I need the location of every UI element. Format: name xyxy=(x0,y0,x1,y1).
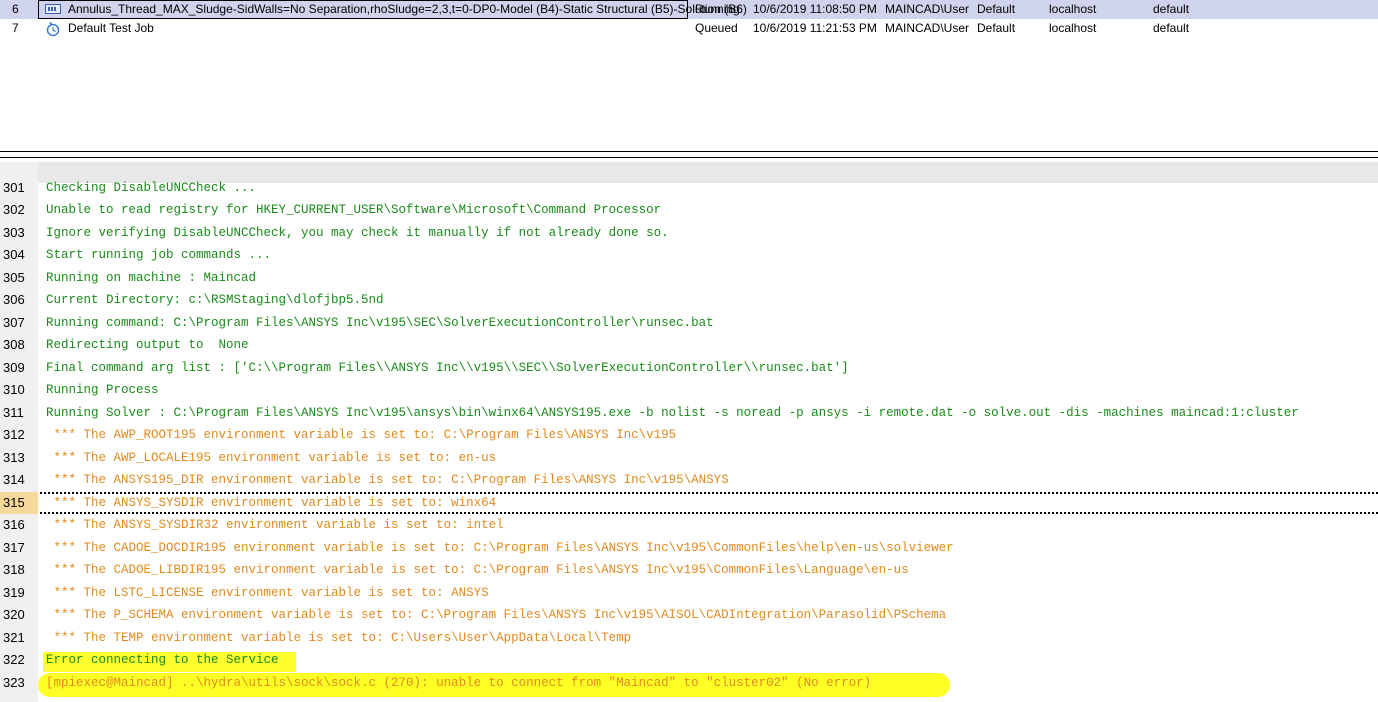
job-pool: default xyxy=(1153,2,1190,16)
log-text: Current Directory: c:\RSMStaging\dlofjbp… xyxy=(46,293,384,307)
log-text: [mpiexec@Maincad] ..\hydra\utils\sock\so… xyxy=(46,675,872,690)
job-pool: default xyxy=(1153,21,1190,35)
log-line[interactable]: 316 *** The ANSYS_SYSDIR32 environment v… xyxy=(0,514,1378,537)
log-line[interactable]: 307 Running command: C:\Program Files\ANS… xyxy=(0,312,1378,335)
line-number: 313 xyxy=(3,449,25,465)
job-owner: MAINCAD\User xyxy=(885,21,970,35)
log-line[interactable]: 318 *** The CADOE_LIBDIR195 environment … xyxy=(0,559,1378,582)
log-text: *** The AWP_ROOT195 environment variable… xyxy=(46,428,677,442)
log-text: *** The ANSYS195_DIR environment variabl… xyxy=(46,473,729,487)
job-status: Running xyxy=(695,2,740,16)
log-text: Start running job commands ... xyxy=(46,248,272,262)
log-view[interactable]: 301 Checking DisableUNCCheck ... 302 Unable… xyxy=(0,162,1378,702)
log-text: Ignore verifying DisableUNCCheck, you ma… xyxy=(46,225,669,240)
job-row-6[interactable]: 6 Annulus_Thread_MAX_Sludge-SidWalls=No … xyxy=(0,0,1378,19)
log-line[interactable]: 321 *** The TEMP environment variable is… xyxy=(0,627,1378,650)
log-line[interactable]: 304 Start running job commands ... xyxy=(0,244,1378,267)
log-line[interactable]: 311 Running Solver : C:\Program Files\ANS… xyxy=(0,402,1378,425)
job-host: localhost xyxy=(1049,21,1097,35)
log-line[interactable]: 317 *** The CADOE_DOCDIR195 environment … xyxy=(0,537,1378,560)
log-text: Running Process xyxy=(46,383,159,397)
running-job-icon xyxy=(45,2,61,16)
job-name: Annulus_Thread_MAX_Sludge-SidWalls=No Se… xyxy=(68,2,747,16)
log-text: Final command arg list : ['C:\\Program F… xyxy=(46,360,849,375)
log-text: Running Solver : C:\Program Files\ANSYS … xyxy=(46,405,1299,420)
job-row-7[interactable]: 7 Default Test Job Queued 10/6/2019 11:2… xyxy=(0,19,1378,38)
line-number: 318 xyxy=(3,562,25,577)
log-line[interactable]: 306 Current Directory: c:\RSMStaging\dlof… xyxy=(0,289,1378,312)
log-text: *** The AWP_LOCALE195 environment variab… xyxy=(46,450,497,465)
log-line[interactable]: 301 Checking DisableUNCCheck ... xyxy=(0,177,1378,200)
job-owner: MAINCAD\User xyxy=(885,2,970,16)
line-number: 306 xyxy=(3,292,25,307)
line-number: 317 xyxy=(3,539,25,555)
log-text: *** The ANSYS_SYSDIR32 environment varia… xyxy=(46,518,504,532)
log-line[interactable]: 308 Redirecting output to None xyxy=(0,334,1378,357)
line-number: 315 xyxy=(0,491,38,514)
job-list: 6 Annulus_Thread_MAX_Sludge-SidWalls=No … xyxy=(0,0,1378,150)
log-text: Checking DisableUNCCheck ... xyxy=(46,180,257,195)
queued-job-icon xyxy=(45,21,61,37)
line-number: 307 xyxy=(3,314,25,330)
log-text: *** The ANSYS_SYSDIR environment variabl… xyxy=(46,495,497,510)
line-number: 305 xyxy=(3,269,25,285)
line-number: 308 xyxy=(3,337,25,352)
line-number: 320 xyxy=(3,607,25,622)
log-line[interactable]: 309 Final command arg list : ['C:\\Progra… xyxy=(0,357,1378,380)
line-number: 302 xyxy=(3,202,25,217)
job-submitted: 10/6/2019 11:08:50 PM xyxy=(753,2,877,16)
line-number: 323 xyxy=(3,674,25,690)
log-line[interactable]: 305 Running on machine : Maincad xyxy=(0,267,1378,290)
line-number: 301 xyxy=(3,179,25,195)
line-number: 304 xyxy=(3,247,25,262)
log-line[interactable]: 302 Unable to read registry for HKEY_CURR… xyxy=(0,199,1378,222)
log-text: *** The TEMP environment variable is set… xyxy=(46,630,632,645)
log-text: Running command: C:\Program Files\ANSYS … xyxy=(46,315,714,330)
log-line[interactable]: 314 *** The ANSYS195_DIR environment var… xyxy=(0,469,1378,492)
log-line[interactable]: 320 *** The P_SCHEMA environment variabl… xyxy=(0,604,1378,627)
log-text: *** The CADOE_LIBDIR195 environment vari… xyxy=(46,563,909,577)
line-number: 312 xyxy=(3,427,25,442)
line-number: 319 xyxy=(3,584,25,600)
log-line[interactable]: 319 *** The LSTC_LICENSE environment var… xyxy=(0,582,1378,605)
log-line[interactable]: 312 *** The AWP_ROOT195 environment vari… xyxy=(0,424,1378,447)
log-text: Error connecting to the Service xyxy=(46,653,279,667)
log-line[interactable]: 313 *** The AWP_LOCALE195 environment va… xyxy=(0,447,1378,470)
line-number: 311 xyxy=(3,404,24,420)
log-line[interactable]: 303 Ignore verifying DisableUNCCheck, you… xyxy=(0,222,1378,245)
log-text: Running on machine : Maincad xyxy=(46,270,257,285)
line-number: 322 xyxy=(3,652,25,667)
log-line[interactable]: 310 Running Process xyxy=(0,379,1378,402)
line-number: 310 xyxy=(3,382,25,397)
job-host: localhost xyxy=(1049,2,1097,16)
pane-divider-top xyxy=(0,151,1378,152)
log-text: *** The LSTC_LICENSE environment variabl… xyxy=(46,585,489,600)
log-text: *** The P_SCHEMA environment variable is… xyxy=(46,608,947,622)
job-submitted: 10/6/2019 11:21:53 PM xyxy=(753,21,877,35)
job-number: 6 xyxy=(12,2,19,16)
job-number: 7 xyxy=(12,21,19,35)
log-line[interactable]: 323 [mpiexec@Maincad] ..\hydra\utils\sock… xyxy=(0,672,1378,695)
log-line[interactable]: 315 *** The ANSYS_SYSDIR environment var… xyxy=(0,491,1378,514)
line-number: 309 xyxy=(3,359,25,375)
pane-divider-bottom[interactable] xyxy=(0,157,1378,158)
job-status: Queued xyxy=(695,21,738,35)
log-line[interactable]: 322 Error connecting to the Service xyxy=(0,649,1378,672)
line-number: 314 xyxy=(3,472,25,487)
log-text: Unable to read registry for HKEY_CURRENT… xyxy=(46,203,662,217)
job-name: Default Test Job xyxy=(68,21,154,35)
line-number: 321 xyxy=(3,629,25,645)
job-queue: Default xyxy=(977,21,1016,35)
log-text: *** The CADOE_DOCDIR195 environment vari… xyxy=(46,540,954,555)
line-number: 316 xyxy=(3,517,25,532)
line-number: 303 xyxy=(3,224,25,240)
log-text: Redirecting output to None xyxy=(46,338,249,352)
job-queue: Default xyxy=(977,2,1016,16)
